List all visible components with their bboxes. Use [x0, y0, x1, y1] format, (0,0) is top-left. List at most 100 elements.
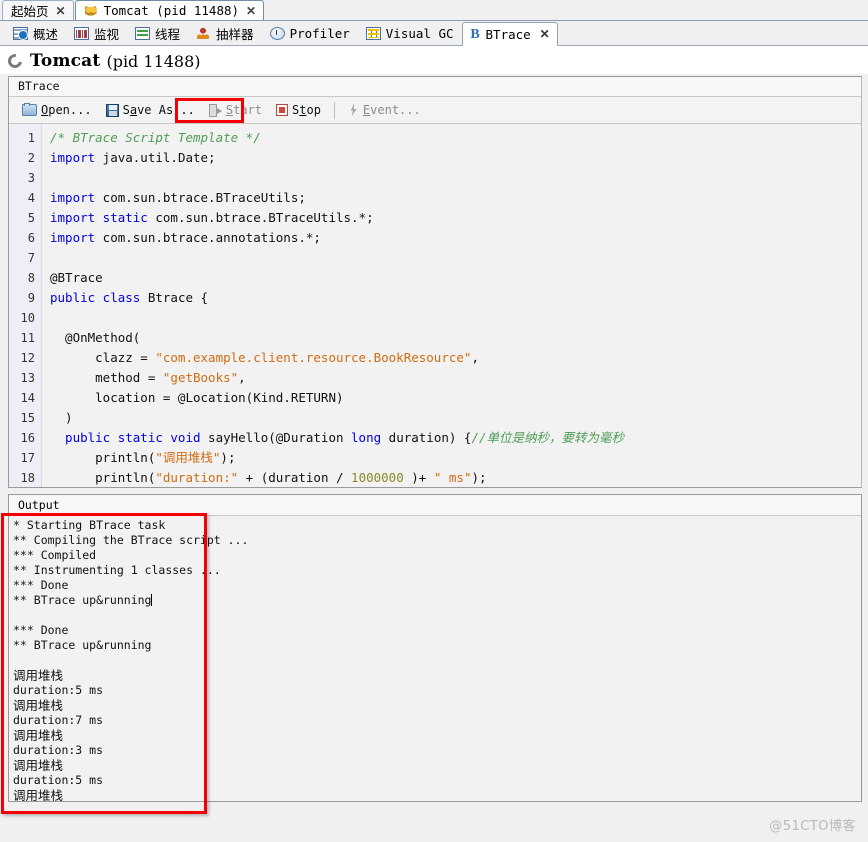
output-line: ** Compiling the BTrace script ...: [13, 533, 249, 547]
save-as-button-label: Save As...: [122, 103, 195, 117]
page-title: Tomcat: [30, 51, 101, 71]
start-button[interactable]: Start: [202, 100, 269, 121]
code-token: @BTrace: [50, 270, 103, 285]
code-token: );: [220, 450, 236, 465]
line-number: 18: [20, 471, 35, 485]
overview-icon: [13, 26, 28, 40]
tab-threads[interactable]: 线程: [127, 21, 188, 45]
tab-monitor[interactable]: 监视: [66, 21, 127, 45]
close-icon[interactable]: ✕: [56, 5, 66, 17]
code-token: duration) {: [381, 430, 472, 445]
tab-label: Visual GC: [385, 25, 454, 41]
output-line: ** Instrumenting 1 classes ...: [13, 563, 221, 577]
loading-spinner-icon: [5, 51, 25, 71]
output-panel-title: Output: [9, 495, 861, 516]
code-token: ,: [471, 350, 479, 365]
line-number: 16: [20, 431, 35, 445]
output-line: 调用堆栈: [13, 668, 64, 683]
window-tab-bar: 起始页 ✕ Tomcat (pid 11488) ✕: [0, 0, 868, 21]
close-icon[interactable]: ✕: [540, 27, 550, 41]
code-token: method =: [50, 370, 163, 385]
code-token: @OnMethod(: [50, 330, 141, 345]
line-number: 7: [27, 251, 35, 265]
code-token: public class: [50, 290, 141, 305]
code-line: ): [50, 408, 861, 428]
code-line: method = "getBooks",: [50, 368, 861, 388]
code-token: );: [471, 470, 487, 485]
floppy-disk-icon: [105, 103, 119, 117]
tab-label: 监视: [94, 26, 120, 42]
visual-gc-icon: [365, 26, 381, 40]
code-line: import java.util.Date;: [50, 148, 861, 168]
profiler-icon: [269, 26, 285, 40]
code-line: import static com.sun.btrace.BTraceUtils…: [50, 208, 861, 228]
tab-overview[interactable]: 概述: [5, 21, 66, 45]
stop-button-label: Stop: [292, 103, 321, 117]
code-line: println("duration:" + (duration / 100000…: [50, 468, 861, 487]
cat-icon: [84, 4, 99, 18]
output-line: duration:5 ms: [13, 683, 104, 697]
event-button[interactable]: Event...: [341, 100, 428, 121]
code-token: println(: [50, 450, 156, 465]
output-line: *** Compiled: [13, 548, 97, 562]
window-tab-label: 起始页: [11, 4, 49, 19]
code-token: import: [50, 190, 96, 205]
btrace-panel-title: BTrace: [9, 77, 861, 97]
code-token: println(: [50, 470, 156, 485]
code-line: import com.sun.btrace.BTraceUtils;: [50, 188, 861, 208]
line-number: 6: [27, 231, 35, 245]
output-console[interactable]: * Starting BTrace task ** Compiling the B…: [9, 516, 861, 801]
code-token: /* BTrace Script Template */: [50, 130, 261, 145]
window-tab-start-page[interactable]: 起始页 ✕: [2, 0, 74, 20]
stop-square-icon: [276, 104, 288, 116]
code-token: ,: [238, 370, 246, 385]
line-number: 15: [20, 411, 35, 425]
open-button[interactable]: Open...: [15, 100, 99, 121]
feature-tab-bar: 概述 监视 线程 抽样器 Profiler Visual GC BTrace ✕: [0, 21, 868, 46]
code-area[interactable]: /* BTrace Script Template */ import java.…: [42, 124, 861, 487]
watermark: @51CTO博客: [769, 819, 856, 834]
code-line: import com.sun.btrace.annotations.*;: [50, 228, 861, 248]
code-token: location = @Location(Kind.RETURN): [50, 390, 344, 405]
tab-label: 概述: [33, 26, 59, 42]
close-icon[interactable]: ✕: [246, 5, 256, 17]
line-number: 17: [20, 451, 35, 465]
line-number: 12: [20, 351, 35, 365]
window-tab-tomcat[interactable]: Tomcat (pid 11488) ✕: [74, 0, 265, 20]
code-token: com.sun.btrace.BTraceUtils.*;: [147, 210, 374, 225]
tab-sampler[interactable]: 抽样器: [188, 21, 262, 45]
code-token: )+: [403, 470, 434, 485]
folder-open-icon: [22, 103, 37, 116]
tab-profiler[interactable]: Profiler: [262, 21, 358, 45]
line-number: 2: [27, 151, 35, 165]
play-icon: [208, 103, 222, 117]
code-line: /* BTrace Script Template */: [50, 128, 861, 148]
output-line: 调用堆栈: [13, 758, 64, 773]
output-line: 调用堆栈: [13, 698, 64, 713]
save-as-button[interactable]: Save As...: [99, 100, 202, 121]
code-token: 1000000: [351, 470, 404, 485]
output-line: 调用堆栈: [13, 788, 64, 801]
output-panel: Output * Starting BTrace task ** Compilin…: [1, 494, 862, 814]
lightning-bolt-icon: [348, 104, 359, 117]
tab-label: 线程: [155, 26, 181, 42]
line-number-gutter: 1 2 3 4 5 6 7 8 9 10 11 12 13 14 15 16 17 18: [9, 124, 42, 487]
code-token: import static: [50, 210, 148, 225]
line-number: 9: [27, 291, 35, 305]
line-number: 13: [20, 371, 35, 385]
code-token: java.util.Date;: [95, 150, 216, 165]
code-line: println("调用堆栈");: [50, 448, 861, 468]
code-editor[interactable]: 1 2 3 4 5 6 7 8 9 10 11 12 13 14 15 16 17 18 /* BTrace Sc…: [9, 124, 861, 487]
tab-btrace[interactable]: BTrace ✕: [461, 22, 558, 46]
code-token: Btrace {: [140, 290, 209, 305]
stop-button[interactable]: Stop: [269, 100, 328, 121]
tab-visual-gc[interactable]: Visual GC: [358, 21, 462, 45]
code-line: location = @Location(Kind.RETURN): [50, 388, 861, 408]
output-line: ** BTrace up&running: [13, 593, 153, 607]
code-line: clazz = "com.example.client.resource.Boo…: [50, 348, 861, 368]
window-tab-label: Tomcat (pid 11488): [103, 3, 240, 18]
btrace-toolbar: Open... Save As... Start Stop Event...: [9, 97, 861, 124]
